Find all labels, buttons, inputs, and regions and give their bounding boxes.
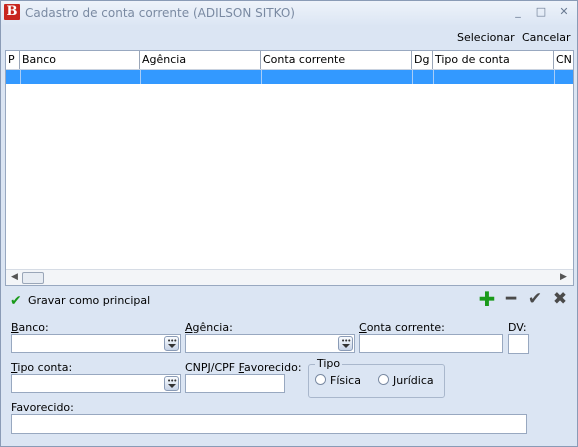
- save-as-main-label: Gravar como principal: [28, 294, 151, 307]
- scroll-right-arrow-icon[interactable]: ▶: [560, 272, 567, 282]
- row-divider: [20, 70, 21, 84]
- cnpj-favorecido-input[interactable]: [185, 374, 285, 393]
- confirm-icon[interactable]: ✔: [525, 290, 545, 308]
- column-header-banco[interactable]: Banco: [20, 51, 140, 69]
- remove-icon[interactable]: ━: [501, 290, 521, 308]
- close-button[interactable]: ✕: [555, 4, 573, 20]
- scroll-left-arrow-icon[interactable]: ◀: [11, 272, 18, 282]
- tipo-conta-label: Tipo conta:: [11, 361, 73, 374]
- radio-fisica[interactable]: [315, 374, 326, 385]
- save-as-main-button[interactable]: ✔ Gravar como principal: [10, 293, 150, 309]
- select-button[interactable]: Selecionar: [457, 31, 515, 44]
- row-divider: [554, 70, 555, 84]
- dv-label: DV:: [508, 321, 527, 334]
- row-divider: [261, 70, 262, 84]
- title-bar[interactable]: B Cadastro de conta corrente (ADILSON SI…: [1, 1, 577, 25]
- banco-label: Banco:: [11, 321, 49, 334]
- row-divider: [412, 70, 413, 84]
- tipo-group-label: Tipo: [315, 357, 343, 370]
- row-divider: [140, 70, 141, 84]
- favorecido-input[interactable]: [11, 414, 527, 434]
- minimize-button[interactable]: _: [509, 4, 527, 20]
- window-title: Cadastro de conta corrente (ADILSON SITK…: [25, 6, 295, 20]
- agencia-label: Agência:: [185, 321, 233, 334]
- agencia-lookup-button[interactable]: •••: [338, 336, 353, 351]
- radio-juridica-label[interactable]: Jurídica: [393, 374, 434, 387]
- radio-fisica-label[interactable]: Física: [330, 374, 361, 387]
- scroll-thumb[interactable]: [22, 272, 44, 284]
- agencia-combo[interactable]: •••: [185, 334, 355, 353]
- tipo-group: Tipo Física Jurídica: [308, 357, 445, 398]
- maximize-button[interactable]: □: [532, 4, 550, 20]
- tipo-conta-lookup-button[interactable]: •••: [164, 376, 179, 391]
- add-icon[interactable]: ✚: [477, 289, 497, 309]
- banco-lookup-button[interactable]: •••: [164, 336, 179, 351]
- conta-corrente-input[interactable]: [359, 334, 503, 353]
- tipo-conta-combo[interactable]: •••: [11, 374, 181, 393]
- dialog-window: B Cadastro de conta corrente (ADILSON SI…: [0, 0, 578, 447]
- row-divider: [433, 70, 434, 84]
- column-header-agencia[interactable]: Agência: [140, 51, 261, 69]
- column-header-p[interactable]: P: [6, 51, 20, 69]
- grid-header: P Banco Agência Conta corrente Dg Tipo d…: [6, 51, 573, 70]
- favorecido-label: Favorecido:: [11, 401, 74, 414]
- banco-combo[interactable]: •••: [11, 334, 181, 353]
- conta-corrente-label: Conta corrente:: [359, 321, 445, 334]
- cancel-button[interactable]: Cancelar: [522, 31, 571, 44]
- column-header-conta-corrente[interactable]: Conta corrente: [261, 51, 412, 69]
- dv-input[interactable]: [508, 334, 529, 354]
- cnpj-favorecido-label: CNPJ/CPF Favorecido:: [185, 361, 302, 374]
- column-header-tipo-de-conta[interactable]: Tipo de conta: [433, 51, 554, 69]
- accounts-grid[interactable]: P Banco Agência Conta corrente Dg Tipo d…: [5, 50, 574, 286]
- column-header-cn[interactable]: CN: [554, 51, 573, 69]
- horizontal-scrollbar[interactable]: ◀ ▶: [6, 269, 573, 285]
- check-icon: ✔: [10, 293, 22, 309]
- app-logo: B: [4, 4, 20, 20]
- column-header-dg[interactable]: Dg: [412, 51, 433, 69]
- radio-juridica[interactable]: [378, 374, 389, 385]
- table-row-selected[interactable]: [6, 70, 573, 84]
- delete-icon[interactable]: ✖: [550, 290, 570, 308]
